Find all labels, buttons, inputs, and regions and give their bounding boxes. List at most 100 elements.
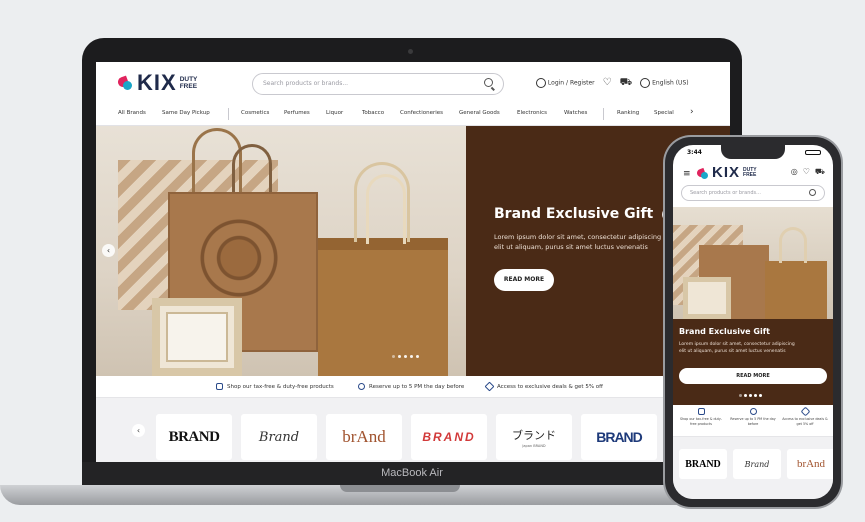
carousel-dot[interactable] <box>759 394 762 397</box>
nav-divider <box>228 108 229 120</box>
feature-item: Access to exclusive deals & get 5% off <box>781 406 829 426</box>
nav-item-ranking[interactable]: Ranking <box>617 110 639 116</box>
diamond-icon <box>800 406 810 417</box>
logo-mark-icon <box>116 75 134 91</box>
brand-card[interactable]: BRAND <box>156 414 232 460</box>
nav-item-general-goods[interactable]: General Goods <box>459 110 500 116</box>
carousel-dots <box>392 355 419 358</box>
user-icon <box>536 78 546 88</box>
brand-carousel: BRAND Brand brAnd <box>673 437 833 499</box>
nav-item-confectioneries[interactable]: Confectioneries <box>400 110 443 116</box>
nav-item-cosmetics[interactable]: Cosmetics <box>241 110 269 116</box>
nav-item-same-day-pickup[interactable]: Same Day Pickup <box>162 110 210 116</box>
login-button[interactable]: Login / Register <box>536 78 595 88</box>
cart-icon[interactable]: ⛟ <box>815 167 825 177</box>
feature-item: Shop our tax-free & duty-free products <box>216 383 334 390</box>
carousel-dot[interactable] <box>410 355 413 358</box>
carousel-dot[interactable] <box>404 355 407 358</box>
carousel-dot[interactable] <box>398 355 401 358</box>
brand-prev-button[interactable]: ‹ <box>132 424 145 437</box>
logo-text: KIX <box>712 164 741 181</box>
category-nav: All Brands Same Day Pickup Cosmetics Per… <box>96 102 730 126</box>
logo-mark-icon <box>695 167 709 179</box>
search-icon[interactable] <box>484 78 493 87</box>
brand-card[interactable]: Brand <box>241 414 317 460</box>
diamond-icon <box>484 381 495 392</box>
laptop-model-label: MacBook Air <box>381 467 443 479</box>
nav-item-all-brands[interactable]: All Brands <box>118 110 146 116</box>
carousel-dots <box>739 394 762 397</box>
shopping-bag-icon <box>697 408 705 415</box>
carousel-dot[interactable] <box>416 355 419 358</box>
brand-card[interactable]: BRAND <box>581 414 657 460</box>
site-logo[interactable]: KIX DUTY FREE <box>116 70 198 96</box>
nav-item-liquor[interactable]: Liquor <box>326 110 343 116</box>
photo-frame-inner <box>166 312 228 362</box>
carousel-dot[interactable] <box>392 355 395 358</box>
phone-screen: 3:44 ≡ KIX DUTY FREE ◎ ♡ ⛟ Search product… <box>673 145 833 499</box>
hero-description: Lorem ipsum dolor sit amet, consectetur … <box>679 342 795 354</box>
logo-subtext: DUTY FREE <box>179 76 198 90</box>
menu-icon[interactable]: ≡ <box>683 169 691 179</box>
phone-notch <box>721 145 785 159</box>
feature-item: Reserve up to 5 PM the day before <box>358 383 464 390</box>
hero-prev-button[interactable]: ‹ <box>102 244 115 257</box>
feature-item: Access to exclusive deals & get 5% off <box>484 381 603 392</box>
shopping-bag-icon <box>216 383 223 390</box>
brand-card[interactable]: brAnd <box>326 414 402 460</box>
search-placeholder: Search products or brands... <box>263 80 349 87</box>
hero-title: Brand Exclusive Gift <box>679 327 770 336</box>
nav-item-tobacco[interactable]: Tobacco <box>362 110 384 116</box>
brand-card[interactable]: brAnd <box>787 449 833 479</box>
language-selector[interactable]: English (US) <box>640 78 689 88</box>
nav-more-chevron-icon[interactable]: › <box>690 107 694 117</box>
brand-card[interactable]: BRAND <box>411 414 487 460</box>
bag-handle <box>366 174 406 244</box>
clock-icon <box>749 408 757 415</box>
laptop-notch <box>340 485 460 492</box>
nav-divider <box>603 108 604 120</box>
carousel-dot[interactable] <box>739 394 742 397</box>
nav-item-watches[interactable]: Watches <box>564 110 587 116</box>
gift-bag-kraft <box>318 238 448 376</box>
read-more-button[interactable]: READ MORE <box>494 269 554 291</box>
search-input[interactable]: Search products or brands... <box>681 185 825 201</box>
hero-image <box>673 207 833 319</box>
search-placeholder: Search products or brands... <box>690 190 761 196</box>
nav-item-electronics[interactable]: Electronics <box>517 110 547 116</box>
search-input[interactable]: Search products or brands... <box>252 73 504 95</box>
brand-card[interactable]: ブランド Japan BRAND <box>496 414 572 460</box>
status-time: 3:44 <box>687 149 702 156</box>
features-strip: Shop our tax-free & duty-free products R… <box>673 405 833 437</box>
feature-item: Shop our tax-free & duty-free products <box>677 408 725 426</box>
carousel-dot[interactable] <box>754 394 757 397</box>
carousel-dot[interactable] <box>749 394 752 397</box>
battery-icon <box>805 150 821 155</box>
carousel-dot[interactable] <box>744 394 747 397</box>
photo-frame <box>683 277 731 319</box>
user-icon[interactable]: ◎ <box>791 167 798 177</box>
brand-carousel: ‹ BRAND Brand brAnd BRAND ブランド Japan BRAN… <box>96 398 730 462</box>
heart-icon[interactable]: ♡ <box>803 167 810 177</box>
heart-icon[interactable]: ♡ <box>603 78 612 88</box>
cart-icon[interactable]: ⛟ <box>620 78 633 88</box>
search-icon[interactable] <box>809 189 816 196</box>
camera-dot <box>408 49 413 54</box>
phone-header-actions: ◎ ♡ ⛟ <box>791 167 825 177</box>
read-more-button[interactable]: READ MORE <box>679 368 827 384</box>
bag-handle <box>779 227 807 263</box>
site-logo[interactable]: KIX DUTY FREE <box>695 164 757 181</box>
gift-bag-kraft <box>765 261 827 319</box>
globe-icon <box>640 78 651 88</box>
logo-subtext: DUTY FREE <box>743 166 757 178</box>
features-strip: Shop our tax-free & duty-free products R… <box>96 376 730 398</box>
brand-card[interactable]: BRAND <box>679 449 727 479</box>
nav-item-perfumes[interactable]: Perfumes <box>284 110 310 116</box>
brand-card[interactable]: Brand <box>733 449 781 479</box>
nav-item-special[interactable]: Special <box>654 110 674 116</box>
hero-title: Brand Exclusive Gift <box>494 206 654 222</box>
feature-item: Reserve up to 5 PM the day before <box>729 408 777 426</box>
clock-icon <box>358 383 365 390</box>
logo-text: KIX <box>137 70 177 95</box>
site-header: KIX DUTY FREE Search products or brands..… <box>96 62 730 102</box>
